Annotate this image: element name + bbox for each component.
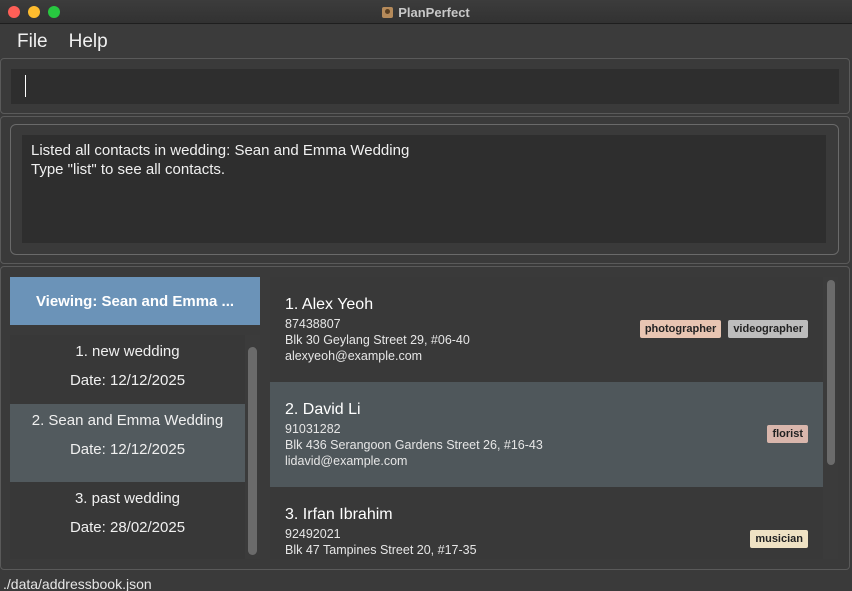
wedding-list-scroll-thumb[interactable] — [248, 347, 257, 555]
person-address: Blk 436 Serangoon Gardens Street 26, #16… — [285, 438, 543, 452]
menu-help[interactable]: Help — [49, 31, 108, 53]
wedding-item[interactable]: 1. new wedding Date: 12/12/2025 — [10, 335, 245, 413]
person-email: alexyeoh@example.com — [285, 349, 423, 363]
result-line-2: Type "list" to see all contacts. — [31, 161, 226, 178]
text-caret — [25, 75, 26, 97]
status-bar-path: ./data/addressbook.json — [0, 573, 852, 591]
person-list-scroll-thumb[interactable] — [827, 280, 835, 465]
tag-badge: videographer — [728, 320, 808, 338]
window-title: PlanPerfect — [398, 4, 470, 20]
person-name: 2. David Li — [285, 401, 361, 418]
person-card[interactable]: 2. David Li 91031282 Blk 436 Serangoon G… — [270, 382, 823, 487]
person-list[interactable]: 1. Alex Yeoh 87438807 Blk 30 Geylang Str… — [270, 277, 838, 559]
tag-badge: florist — [767, 425, 808, 443]
app-icon — [382, 6, 394, 18]
wedding-name: 1. new wedding — [75, 343, 180, 360]
person-name: 1. Alex Yeoh — [285, 296, 374, 313]
viewing-wedding-header: Viewing: Sean and Emma ... — [10, 277, 260, 325]
tag-badge: musician — [750, 530, 808, 548]
menu-file[interactable]: File — [0, 31, 48, 53]
command-box-panel — [0, 58, 850, 114]
result-display[interactable]: Listed all contacts in wedding: Sean and… — [22, 135, 826, 243]
person-address: Blk 47 Tampines Street 20, #17-35 — [285, 543, 477, 557]
command-input[interactable] — [11, 69, 839, 104]
person-phone: 87438807 — [285, 317, 341, 331]
wedding-item-selected[interactable]: 2. Sean and Emma Wedding Date: 12/12/202… — [10, 404, 245, 482]
window-title-group: PlanPerfect — [0, 0, 852, 24]
title-bar: PlanPerfect — [0, 0, 852, 24]
person-email: lidavid@example.com — [285, 454, 408, 468]
menu-bar: File Help — [0, 25, 852, 58]
wedding-name: 3. past wedding — [74, 490, 181, 507]
wedding-item[interactable]: 3. past wedding Date: 28/02/2025 — [10, 482, 245, 559]
person-tags: florist — [767, 425, 808, 443]
person-name: 3. Irfan Ibrahim — [285, 506, 393, 523]
person-tags: musician — [750, 530, 808, 548]
wedding-list[interactable]: 1. new wedding Date: 12/12/2025 2. Sean … — [10, 335, 260, 559]
person-card[interactable]: 1. Alex Yeoh 87438807 Blk 30 Geylang Str… — [270, 277, 823, 382]
tag-badge: photographer — [639, 320, 722, 338]
person-phone: 92492021 — [285, 527, 341, 541]
result-line-1: Listed all contacts in wedding: Sean and… — [31, 142, 410, 159]
wedding-name: 2. Sean and Emma Wedding — [31, 412, 224, 429]
wedding-date: Date: 28/02/2025 — [69, 519, 186, 536]
person-phone: 91031282 — [285, 422, 341, 436]
person-address: Blk 30 Geylang Street 29, #06-40 — [285, 333, 470, 347]
wedding-date: Date: 12/12/2025 — [69, 441, 186, 458]
person-tags: photographer videographer — [639, 320, 808, 338]
wedding-date: Date: 12/12/2025 — [69, 372, 186, 389]
person-card[interactable]: 3. Irfan Ibrahim 92492021 Blk 47 Tampine… — [270, 487, 823, 559]
